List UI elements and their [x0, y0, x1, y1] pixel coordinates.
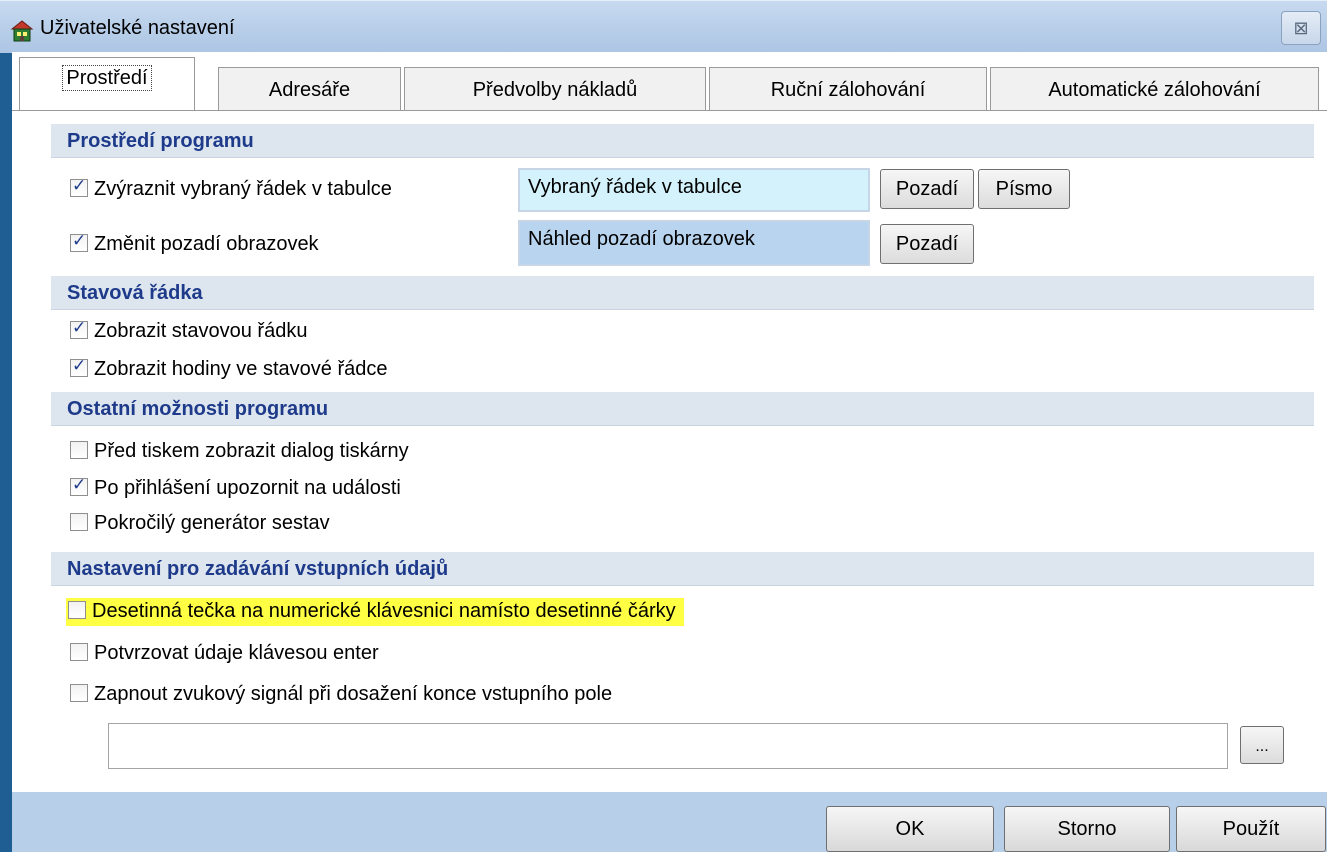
close-icon: ⊠: [1293, 18, 1309, 38]
tab-label: Předvolby nákladů: [472, 79, 638, 101]
confirm-enter-checkbox[interactable]: Potvrzovat údaje klávesou enter: [70, 642, 379, 670]
close-button[interactable]: ⊠: [1281, 11, 1321, 45]
highlight-marker: Desetinná tečka na numerické klávesnici …: [66, 598, 684, 626]
section-header-environment: Prostředí programu: [51, 124, 1314, 158]
checkbox[interactable]: [70, 231, 88, 252]
button-label: Storno: [1057, 818, 1117, 840]
checkbox-label: Změnit pozadí obrazovek: [94, 233, 319, 255]
tab-label: Adresáře: [268, 79, 351, 101]
preview-text: Náhled pozadí obrazovek: [528, 228, 755, 250]
app-house-icon: [10, 20, 34, 42]
checkbox-label: Po přihlášení upozornit na události: [94, 477, 401, 499]
window-title: Uživatelské nastavení: [40, 17, 235, 39]
cancel-button[interactable]: Storno: [1004, 806, 1170, 852]
sound-file-input[interactable]: [108, 723, 1228, 769]
checkbox-label: Před tiskem zobrazit dialog tiskárny: [94, 440, 409, 462]
tab-prostredi[interactable]: Prostředí: [19, 57, 195, 111]
preview-text: Vybraný řádek v tabulce: [528, 176, 742, 198]
tab-label: Prostředí: [62, 65, 152, 91]
highlight-row-checkbox[interactable]: Zvýraznit vybraný řádek v tabulce: [70, 176, 392, 206]
checkbox-label: Zapnout zvukový signál při dosažení konc…: [94, 683, 613, 705]
button-label: Pozadí: [895, 178, 959, 200]
tab-label: Ruční zálohování: [770, 79, 926, 101]
section-title: Stavová řádka: [67, 282, 203, 304]
checkbox-label: Potvrzovat údaje klávesou enter: [94, 642, 379, 664]
browse-button[interactable]: ...: [1240, 726, 1284, 764]
checkbox[interactable]: [70, 356, 88, 377]
button-label: Pozadí: [895, 233, 959, 255]
tab-divider: [12, 110, 1327, 111]
checkbox-label: Pokročilý generátor sestav: [94, 512, 330, 534]
settings-window: Uživatelské nastavení ⊠ Prostředí Adresá…: [0, 0, 1327, 852]
apply-button[interactable]: Použít: [1176, 806, 1326, 852]
screen-background-checkbox[interactable]: Změnit pozadí obrazovek: [70, 231, 319, 261]
checkbox[interactable]: [70, 513, 88, 531]
decimal-point-checkbox[interactable]: Desetinná tečka na numerické klávesnici …: [66, 598, 684, 628]
screen-background-button[interactable]: Pozadí: [880, 224, 974, 264]
tab-adresare[interactable]: Adresáře: [218, 67, 401, 111]
section-header-status-bar: Stavová řádka: [51, 276, 1314, 310]
section-title: Prostředí programu: [67, 130, 254, 152]
checkbox-label: Zobrazit hodiny ve stavové řádce: [94, 358, 388, 380]
checkbox[interactable]: [70, 643, 88, 661]
tab-automaticke-zalohovani[interactable]: Automatické zálohování: [990, 67, 1319, 111]
checkbox[interactable]: [70, 475, 88, 496]
tab-rucni-zalohovani[interactable]: Ruční zálohování: [709, 67, 987, 111]
dialog-button-bar: OK Storno Použít: [12, 792, 1327, 852]
settings-panel: Prostředí Adresáře Předvolby nákladů Ruč…: [12, 52, 1327, 792]
checkbox-label: Zobrazit stavovou řádku: [94, 320, 308, 342]
tab-label: Automatické zálohování: [1048, 79, 1261, 101]
print-dialog-checkbox[interactable]: Před tiskem zobrazit dialog tiskárny: [70, 440, 409, 468]
checkbox[interactable]: [70, 176, 88, 197]
show-status-bar-checkbox[interactable]: Zobrazit stavovou řádku: [70, 318, 308, 348]
row-background-button[interactable]: Pozadí: [880, 169, 974, 209]
row-font-button[interactable]: Písmo: [978, 169, 1070, 209]
login-events-checkbox[interactable]: Po přihlášení upozornit na události: [70, 475, 401, 505]
selected-row-preview: Vybraný řádek v tabulce: [518, 168, 870, 212]
checkbox[interactable]: [68, 601, 86, 619]
section-header-input: Nastavení pro zadávání vstupních údajů: [51, 552, 1314, 586]
screen-background-preview: Náhled pozadí obrazovek: [518, 220, 870, 266]
checkbox[interactable]: [70, 441, 88, 459]
tab-bar: Prostředí Adresáře Předvolby nákladů Ruč…: [12, 57, 1327, 111]
ok-button[interactable]: OK: [826, 806, 994, 852]
button-label: OK: [895, 818, 925, 840]
checkbox[interactable]: [70, 318, 88, 339]
section-title: Ostatní možnosti programu: [67, 398, 329, 420]
report-generator-checkbox[interactable]: Pokročilý generátor sestav: [70, 512, 330, 540]
button-label: Písmo: [995, 178, 1053, 200]
sound-signal-checkbox[interactable]: Zapnout zvukový signál při dosažení konc…: [70, 683, 612, 711]
button-label: ...: [1255, 738, 1269, 755]
button-label: Použít: [1222, 818, 1280, 840]
section-header-other: Ostatní možnosti programu: [51, 392, 1314, 426]
checkbox-label: Zvýraznit vybraný řádek v tabulce: [94, 178, 392, 200]
section-title: Nastavení pro zadávání vstupních údajů: [67, 558, 449, 580]
checkbox[interactable]: [70, 684, 88, 702]
tab-predvolby-nakladu[interactable]: Předvolby nákladů: [404, 67, 706, 111]
title-bar: Uživatelské nastavení ⊠: [0, 0, 1327, 53]
show-clock-checkbox[interactable]: Zobrazit hodiny ve stavové řádce: [70, 356, 388, 386]
checkbox-label: Desetinná tečka na numerické klávesnici …: [92, 600, 676, 622]
